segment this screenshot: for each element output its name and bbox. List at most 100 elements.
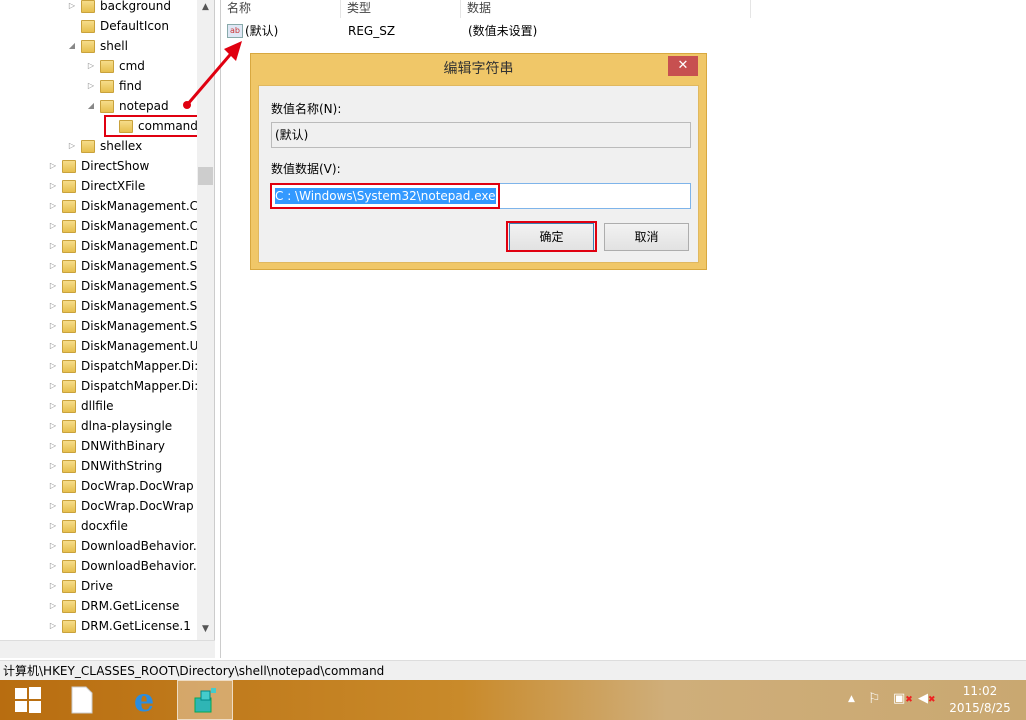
- network-error-icon[interactable]: ▣✖: [893, 691, 913, 706]
- collapsed-arrow-icon[interactable]: ▷: [48, 396, 58, 416]
- collapsed-arrow-icon[interactable]: ▷: [48, 216, 58, 236]
- tree-item-label: DocWrap.DocWrap: [81, 499, 194, 513]
- tree-item[interactable]: ▷ cmd: [86, 56, 145, 76]
- tree-item[interactable]: ▷ DocWrap.DocWrap: [48, 496, 194, 516]
- clock-date: 2015/8/25: [949, 701, 1011, 715]
- folder-icon: [81, 19, 95, 33]
- expanded-arrow-icon[interactable]: ◢: [86, 96, 96, 116]
- tree-item[interactable]: ▷ DRM.GetLicense.1: [48, 616, 191, 636]
- folder-icon: [62, 199, 76, 213]
- collapsed-arrow-icon[interactable]: ▷: [48, 536, 58, 556]
- tree-item-label: DocWrap.DocWrap: [81, 479, 194, 493]
- collapsed-arrow-icon[interactable]: ▷: [48, 336, 58, 356]
- tree-item[interactable]: ▷ DiskManagement.Sı: [48, 276, 201, 296]
- clock-time: 11:02: [962, 684, 998, 698]
- collapsed-arrow-icon[interactable]: ▷: [48, 576, 58, 596]
- column-header-name[interactable]: 名称: [221, 0, 341, 18]
- folder-icon: [100, 59, 114, 73]
- tree-item[interactable]: ▷ DRM.GetLicense: [48, 596, 179, 616]
- value-name: (默认): [245, 24, 279, 38]
- tree-item[interactable]: ▷ dlna-playsingle: [48, 416, 172, 436]
- collapsed-arrow-icon[interactable]: ▷: [48, 356, 58, 376]
- tree-item[interactable]: ▷ DiskManagement.Sı: [48, 316, 201, 336]
- tree-item[interactable]: ▷ background: [67, 0, 171, 16]
- scroll-up-icon[interactable]: ▲: [197, 2, 214, 12]
- tree-item[interactable]: ▷ DiskManagement.C: [48, 196, 198, 216]
- tree-item-label: DispatchMapper.Di:: [81, 359, 199, 373]
- tree-item-label: DiskManagement.Sı: [81, 299, 201, 313]
- folder-icon: [62, 599, 76, 613]
- tree-item[interactable]: ▷ DiskManagement.C: [48, 216, 198, 236]
- tree-item[interactable]: ▷ DiskManagement.Sı: [48, 296, 201, 316]
- collapsed-arrow-icon[interactable]: ▷: [48, 176, 58, 196]
- collapsed-arrow-icon[interactable]: ▷: [86, 76, 96, 96]
- collapsed-arrow-icon[interactable]: ▷: [48, 156, 58, 176]
- tree-item[interactable]: ▷ DispatchMapper.Di:: [48, 356, 198, 376]
- collapsed-arrow-icon[interactable]: ▷: [48, 456, 58, 476]
- collapsed-arrow-icon[interactable]: ▷: [48, 256, 58, 276]
- tree-item[interactable]: ▷ find: [86, 76, 142, 96]
- cancel-button[interactable]: 取消: [604, 223, 689, 251]
- file-icon: [71, 686, 93, 714]
- tree-item[interactable]: ▷ dllfile: [48, 396, 114, 416]
- tree-item-label: DiskManagement.Sı: [81, 279, 201, 293]
- collapsed-arrow-icon[interactable]: ▷: [67, 136, 77, 156]
- tree-item[interactable]: ▷ docxfile: [48, 516, 128, 536]
- tree-item[interactable]: DefaultIcon: [67, 16, 169, 36]
- collapsed-arrow-icon[interactable]: ▷: [48, 556, 58, 576]
- close-button[interactable]: ✕: [668, 56, 698, 76]
- tree-item[interactable]: ▷ DirectXFile: [48, 176, 145, 196]
- collapsed-arrow-icon[interactable]: ▷: [48, 496, 58, 516]
- taskbar: e ▲ ⚐ ▣✖ ◀✖ 11:02 2015/8/25: [0, 680, 1026, 720]
- show-hidden-icons-icon[interactable]: ▲: [848, 694, 855, 704]
- collapsed-arrow-icon[interactable]: ▷: [48, 616, 58, 636]
- flag-icon[interactable]: ⚐: [868, 691, 881, 707]
- tree-item-label: dlna-playsingle: [81, 419, 173, 433]
- collapsed-arrow-icon[interactable]: ▷: [86, 56, 96, 76]
- column-header-data[interactable]: 数据: [461, 0, 751, 18]
- dialog-title: 编辑字符串: [443, 61, 514, 77]
- tree-item[interactable]: ▷ DirectShow: [48, 156, 149, 176]
- tree-item[interactable]: ▷ Drive: [48, 576, 113, 596]
- scroll-thumb[interactable]: [198, 167, 213, 185]
- expanded-arrow-icon[interactable]: ◢: [67, 36, 77, 56]
- tree-item-label: DownloadBehavior.: [81, 559, 197, 573]
- clock[interactable]: 11:02 2015/8/25: [945, 683, 1015, 717]
- collapsed-arrow-icon[interactable]: ▷: [48, 276, 58, 296]
- collapsed-arrow-icon[interactable]: ▷: [48, 316, 58, 336]
- tree-item[interactable]: ◢ shell: [67, 36, 128, 56]
- collapsed-arrow-icon[interactable]: ▷: [48, 196, 58, 216]
- taskbar-ie-button[interactable]: e: [116, 680, 172, 720]
- tree-item[interactable]: ▷ DownloadBehavior.: [48, 536, 197, 556]
- collapsed-arrow-icon[interactable]: ▷: [48, 476, 58, 496]
- column-header-type[interactable]: 类型: [341, 0, 461, 18]
- tree-item[interactable]: ▷ DocWrap.DocWrap: [48, 476, 194, 496]
- tree-item[interactable]: ▷ DiskManagement.U: [48, 336, 199, 356]
- tree-item[interactable]: ▷ DNWithString: [48, 456, 162, 476]
- collapsed-arrow-icon[interactable]: ▷: [48, 516, 58, 536]
- folder-icon: [62, 319, 76, 333]
- collapsed-arrow-icon[interactable]: ▷: [48, 436, 58, 456]
- tree-item[interactable]: ▷ shellex: [67, 136, 142, 156]
- collapsed-arrow-icon[interactable]: ▷: [48, 416, 58, 436]
- volume-muted-icon[interactable]: ◀✖: [918, 691, 936, 706]
- tree-item-label: docxfile: [81, 519, 128, 533]
- folder-icon: [100, 79, 114, 93]
- start-button[interactable]: [0, 680, 56, 720]
- tree-item[interactable]: command: [104, 115, 205, 137]
- collapsed-arrow-icon[interactable]: ▷: [48, 296, 58, 316]
- tree-item[interactable]: ▷ DiskManagement.Sı: [48, 256, 201, 276]
- tree-item[interactable]: ▷ DNWithBinary: [48, 436, 165, 456]
- taskbar-regedit-button[interactable]: [177, 680, 233, 720]
- tree-item[interactable]: ▷ DiskManagement.D: [48, 236, 199, 256]
- scroll-down-icon[interactable]: ▼: [197, 624, 214, 634]
- collapsed-arrow-icon[interactable]: ▷: [48, 596, 58, 616]
- tree-item[interactable]: ▷ DownloadBehavior.: [48, 556, 197, 576]
- tree-horizontal-scrollbar[interactable]: [0, 640, 215, 658]
- tree-item[interactable]: ▷ DispatchMapper.Di:: [48, 376, 198, 396]
- tree-item[interactable]: ◢ notepad: [86, 96, 169, 116]
- collapsed-arrow-icon[interactable]: ▷: [67, 0, 77, 16]
- taskbar-file-button[interactable]: [54, 680, 110, 720]
- collapsed-arrow-icon[interactable]: ▷: [48, 376, 58, 396]
- collapsed-arrow-icon[interactable]: ▷: [48, 236, 58, 256]
